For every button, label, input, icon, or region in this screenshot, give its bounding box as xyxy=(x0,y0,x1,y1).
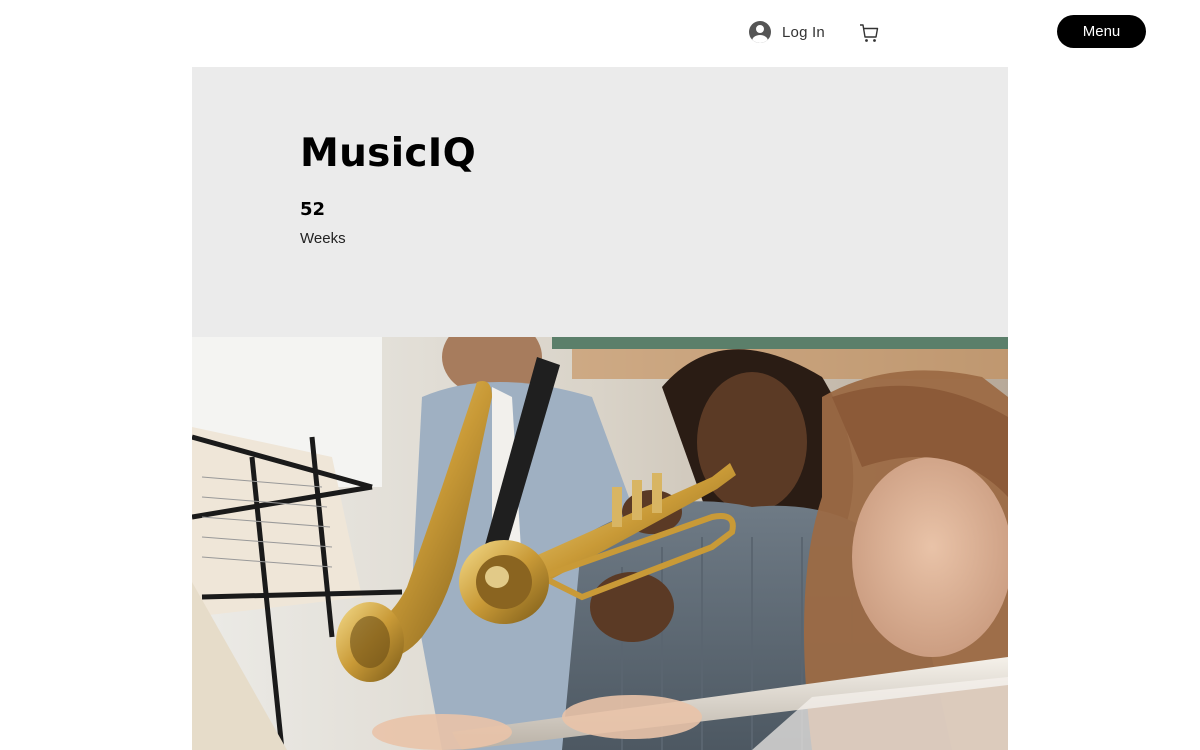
program-duration-unit: Weeks xyxy=(300,230,346,247)
menu-button[interactable]: Menu xyxy=(1057,15,1146,48)
program-duration-value: 52 xyxy=(300,199,326,220)
program-hero-image xyxy=(192,337,1008,750)
user-avatar-icon xyxy=(749,21,771,43)
shopping-cart-icon[interactable] xyxy=(859,22,879,44)
program-hero: MusicIQ 52 Weeks xyxy=(192,67,1008,337)
program-title: MusicIQ xyxy=(300,131,477,176)
login-button[interactable]: Log In xyxy=(749,20,825,44)
login-label: Log In xyxy=(782,23,825,41)
